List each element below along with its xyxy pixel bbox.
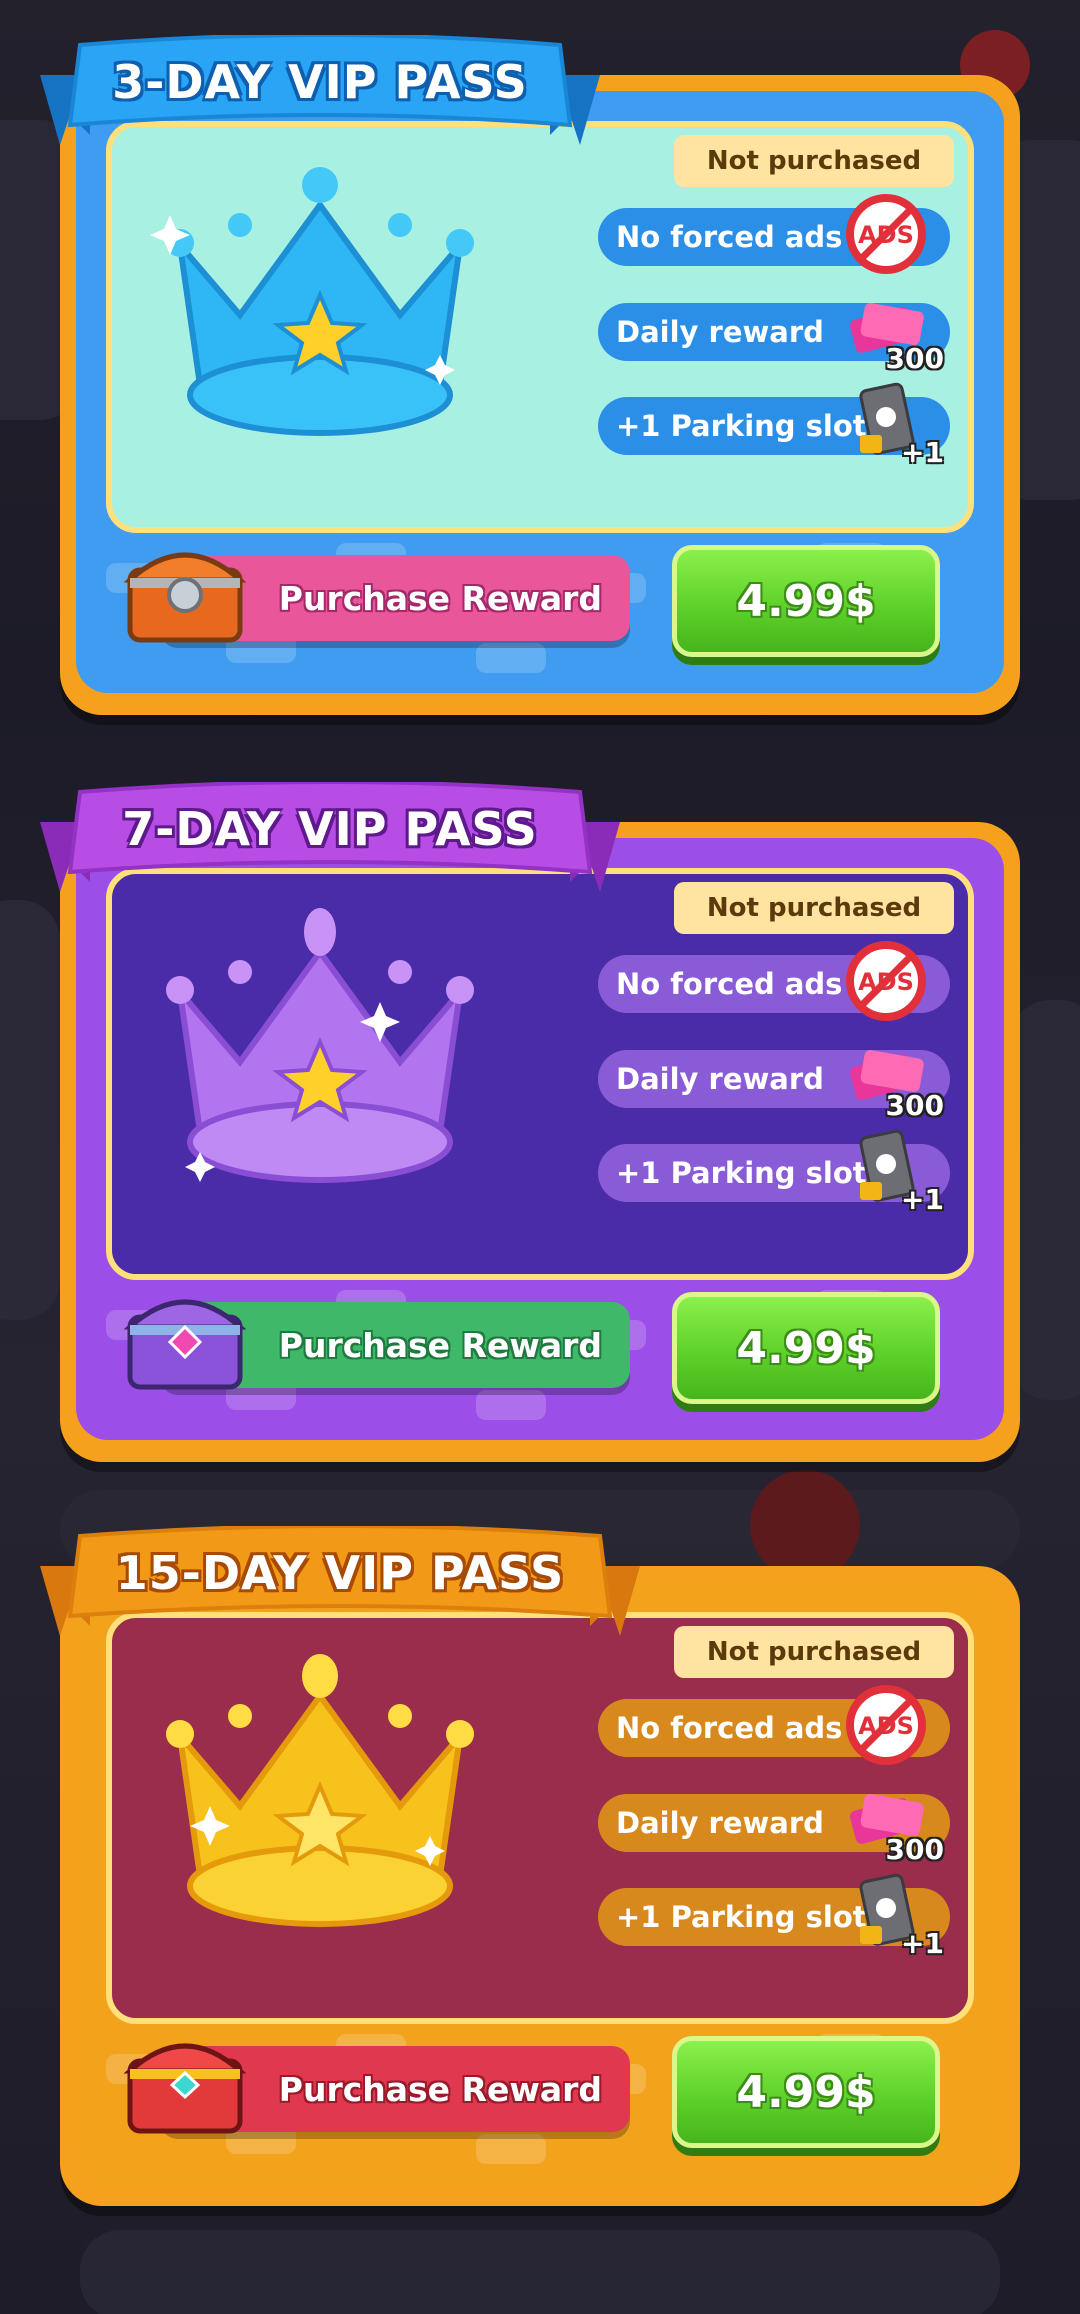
treasure-chest-icon xyxy=(123,2043,247,2134)
purchase-reward-label: Purchase Reward xyxy=(278,1325,602,1365)
vip-pass-card-15day: 15-DAY VIP PASS Not purchased No forced … xyxy=(40,1526,1020,2206)
treasure-chest-icon xyxy=(123,552,247,643)
perk-label: Daily reward xyxy=(616,1062,824,1096)
purchase-reward-label: Purchase Reward xyxy=(278,2069,602,2109)
perk-daily-reward: Daily reward 300 xyxy=(598,1794,950,1866)
title-ribbon: 7-DAY VIP PASS xyxy=(30,782,630,902)
pass-title: 15-DAY VIP PASS xyxy=(115,1546,565,1600)
title-ribbon: 15-DAY VIP PASS xyxy=(30,1526,650,1646)
perk-no-forced-ads: No forced ads ADS xyxy=(598,194,950,274)
no-ads-icon: ADS xyxy=(846,941,926,1021)
perk-quantity: 300 xyxy=(885,1833,944,1866)
crown-icon xyxy=(150,167,474,436)
perk-no-forced-ads: No forced ads ADS xyxy=(598,1685,950,1765)
purchase-status-badge: Not purchased xyxy=(674,1626,954,1678)
purchase-reward-label: Purchase Reward xyxy=(278,578,602,618)
perk-label: +1 Parking slot xyxy=(616,1156,867,1190)
perk-label: +1 Parking slot xyxy=(616,409,867,443)
perk-parking-slot: +1 Parking slot +1 xyxy=(598,1873,950,1960)
price-button[interactable]: 4.99$ xyxy=(672,2036,940,2148)
perk-quantity: 300 xyxy=(885,1089,944,1122)
no-ads-icon: ADS xyxy=(846,1685,926,1765)
crown-icon xyxy=(166,1654,474,1927)
price-button[interactable]: 4.99$ xyxy=(672,1292,940,1404)
title-ribbon: 3-DAY VIP PASS xyxy=(30,35,610,155)
purchase-status-badge: Not purchased xyxy=(674,882,954,934)
price-button[interactable]: 4.99$ xyxy=(672,545,940,657)
perk-quantity: 300 xyxy=(885,342,944,375)
vip-pass-card-3day: 3-DAY VIP PASS Not purchased No forced a… xyxy=(40,35,1020,715)
perk-quantity: +1 xyxy=(901,1927,944,1960)
pass-title: 3-DAY VIP PASS xyxy=(112,55,528,109)
vip-pass-card-7day: 7-DAY VIP PASS Not purchased No forced a… xyxy=(40,782,1020,1462)
perk-label: +1 Parking slot xyxy=(616,1900,867,1934)
perk-label: No forced ads xyxy=(616,220,843,254)
perk-label: No forced ads xyxy=(616,967,843,1001)
perk-quantity: +1 xyxy=(901,436,944,469)
perk-quantity: +1 xyxy=(901,1183,944,1216)
perk-daily-reward: Daily reward 300 xyxy=(598,1050,950,1122)
perk-no-forced-ads: No forced ads ADS xyxy=(598,941,950,1021)
purchase-status-badge: Not purchased xyxy=(674,135,954,187)
perk-label: Daily reward xyxy=(616,1806,824,1840)
perk-label: No forced ads xyxy=(616,1711,843,1745)
perk-parking-slot: +1 Parking slot +1 xyxy=(598,382,950,469)
perk-parking-slot: +1 Parking slot +1 xyxy=(598,1129,950,1216)
treasure-chest-icon xyxy=(123,1299,247,1390)
crown-icon xyxy=(166,908,474,1183)
perk-daily-reward: Daily reward 300 xyxy=(598,303,950,375)
pass-title: 7-DAY VIP PASS xyxy=(122,802,538,856)
no-ads-icon: ADS xyxy=(846,194,926,274)
perk-label: Daily reward xyxy=(616,315,824,349)
